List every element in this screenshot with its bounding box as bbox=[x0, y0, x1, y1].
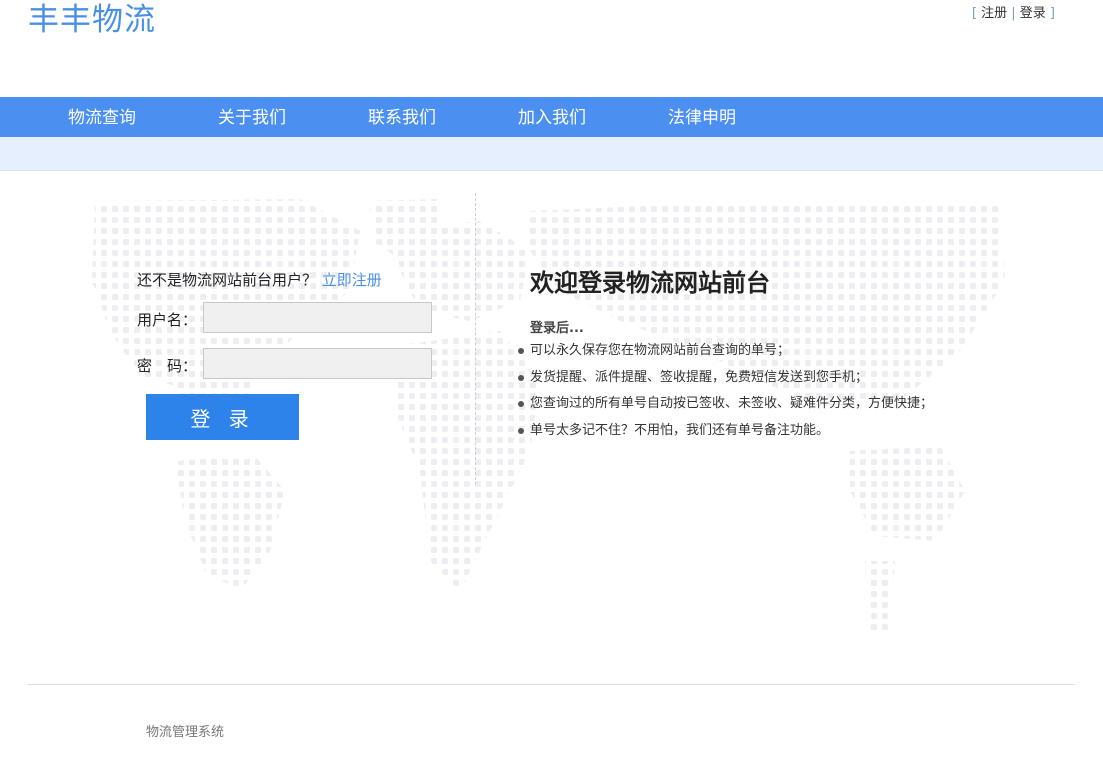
sub-banner-strip bbox=[0, 137, 1103, 171]
benefit-text: 单号太多记不住？不用怕，我们还有单号备注功能。 bbox=[530, 422, 830, 438]
benefit-item: 您查询过的所有单号自动按已签收、未签收、疑难件分类，方便快捷； bbox=[517, 394, 933, 421]
bullet-icon bbox=[518, 348, 524, 354]
nav-item-contact[interactable]: 联系我们 bbox=[368, 97, 436, 137]
bullet-icon bbox=[518, 427, 524, 434]
nav-item-join[interactable]: 加入我们 bbox=[518, 97, 586, 137]
register-tip: 还不是物流网站前台用户？ 立即注册 bbox=[137, 269, 382, 290]
after-login-heading: 登录后... bbox=[530, 321, 584, 336]
benefit-text: 您查询过的所有单号自动按已签收、未签收、疑难件分类，方便快捷； bbox=[530, 396, 934, 411]
password-input[interactable] bbox=[203, 348, 432, 379]
vertical-divider bbox=[475, 193, 476, 485]
nav-item-legal[interactable]: 法律申明 bbox=[668, 97, 736, 137]
bracket-open: [ bbox=[971, 6, 977, 21]
benefit-item: 单号太多记不住？不用怕，我们还有单号备注功能。 bbox=[517, 421, 933, 448]
footer-divider bbox=[28, 684, 1075, 685]
benefit-text: 可以永久保存您在物流网站前台查询的单号； bbox=[530, 343, 791, 358]
benefit-item: 发货提醒、派件提醒、签收提醒，免费短信发送到您手机； bbox=[517, 368, 933, 395]
login-submit-button[interactable]: 登 录 bbox=[146, 394, 299, 440]
header-auth-links: [ 注册 | 登录 ] bbox=[972, 6, 1055, 22]
site-logo[interactable]: 丰丰物流 bbox=[28, 1, 156, 39]
benefit-item: 可以永久保存您在物流网站前台查询的单号； bbox=[517, 341, 933, 368]
login-link[interactable]: 登录 bbox=[1020, 6, 1046, 21]
nav-item-tracking[interactable]: 物流查询 bbox=[68, 97, 136, 137]
main-navbar: 物流查询 关于我们 联系我们 加入我们 法律申明 bbox=[0, 97, 1103, 137]
benefits-list: 可以永久保存您在物流网站前台查询的单号； 发货提醒、派件提醒、签收提醒，免费短信… bbox=[517, 341, 933, 447]
register-link[interactable]: 注册 bbox=[981, 6, 1007, 21]
register-now-link[interactable]: 立即注册 bbox=[322, 271, 382, 289]
welcome-title: 欢迎登录物流网站前台 bbox=[530, 269, 770, 297]
bullet-icon bbox=[518, 401, 524, 407]
link-separator: | bbox=[1011, 6, 1016, 21]
bullet-icon bbox=[518, 374, 524, 381]
footer-text: 物流管理系统 bbox=[146, 725, 225, 740]
nav-item-about[interactable]: 关于我们 bbox=[218, 97, 286, 137]
benefit-text: 发货提醒、派件提醒、签收提醒，免费短信发送到您手机； bbox=[530, 369, 869, 385]
password-label: 密 码： bbox=[137, 357, 198, 375]
bracket-close: ] bbox=[1049, 6, 1055, 21]
username-input[interactable] bbox=[203, 302, 432, 333]
username-label: 用户名： bbox=[137, 311, 198, 329]
register-tip-text: 还不是物流网站前台用户？ bbox=[137, 271, 318, 289]
